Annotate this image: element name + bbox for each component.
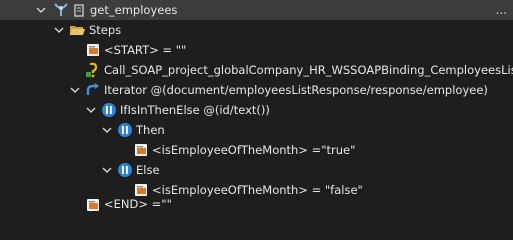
tree-label-get-employees: get_employees <box>90 3 178 17</box>
tree-row-end[interactable]: <END> ="" <box>0 197 513 220</box>
tree-label-else: Else <box>136 163 160 177</box>
tree-row-call-soap[interactable]: Call_SOAP_project_globalCompany_HR_WSSOA… <box>0 60 513 80</box>
chevron-down-icon[interactable] <box>85 104 97 116</box>
tree-label-then: Then <box>136 123 165 137</box>
tree-row-steps[interactable]: Steps <box>0 20 513 40</box>
chevron-down-icon[interactable] <box>69 84 81 96</box>
tree-label-start: <START> = "" <box>104 43 187 57</box>
variable-step-icon <box>85 197 101 213</box>
tree-row-start[interactable]: <START> = "" <box>0 40 513 60</box>
condition-icon <box>117 162 133 178</box>
tree-row-else[interactable]: Else <box>0 160 513 180</box>
variable-step-icon <box>85 42 101 58</box>
lock-icon <box>71 2 87 18</box>
tree-row-if-else[interactable]: IfIsInThenElse @(id/text()) <box>0 100 513 120</box>
tree-label-steps: Steps <box>89 23 122 37</box>
tree-row-iterator[interactable]: Iterator @(document/employeesListRespons… <box>0 80 513 100</box>
folder-open-icon <box>69 22 85 38</box>
sequence-icon <box>53 2 69 18</box>
tree-row-else-assign[interactable]: <isEmployeeOfTheMonth> = "false" <box>0 180 513 200</box>
condition-icon <box>101 102 117 118</box>
condition-icon <box>117 122 133 138</box>
tree-label-then-assign: <isEmployeeOfTheMonth> ="true" <box>152 143 356 157</box>
chevron-down-icon[interactable] <box>101 164 113 176</box>
tree-row-then-assign[interactable]: <isEmployeeOfTheMonth> ="true" <box>0 140 513 160</box>
tree-label-else-assign: <isEmployeeOfTheMonth> = "false" <box>152 183 363 197</box>
chevron-down-icon[interactable] <box>53 24 65 36</box>
call-transaction-icon <box>85 62 101 78</box>
variable-step-icon <box>133 142 149 158</box>
tree-label-iterator: Iterator @(document/employeesListRespons… <box>104 83 488 97</box>
variable-step-icon <box>133 182 149 198</box>
tree-label-call-soap: Call_SOAP_project_globalCompany_HR_WSSOA… <box>104 63 513 77</box>
chevron-down-icon[interactable] <box>101 124 113 136</box>
more-options-icon[interactable]: ... <box>496 3 507 17</box>
iterator-icon <box>85 82 101 98</box>
chevron-down-icon[interactable] <box>35 4 47 16</box>
sequence-tree: get_employees ... Steps <START> = "" Cal… <box>0 0 513 211</box>
tree-row-then[interactable]: Then <box>0 120 513 140</box>
tree-label-end: <END> ="" <box>104 197 172 211</box>
tree-row-get-employees[interactable]: get_employees ... <box>0 0 513 20</box>
tree-label-if-else: IfIsInThenElse @(id/text()) <box>120 103 270 117</box>
